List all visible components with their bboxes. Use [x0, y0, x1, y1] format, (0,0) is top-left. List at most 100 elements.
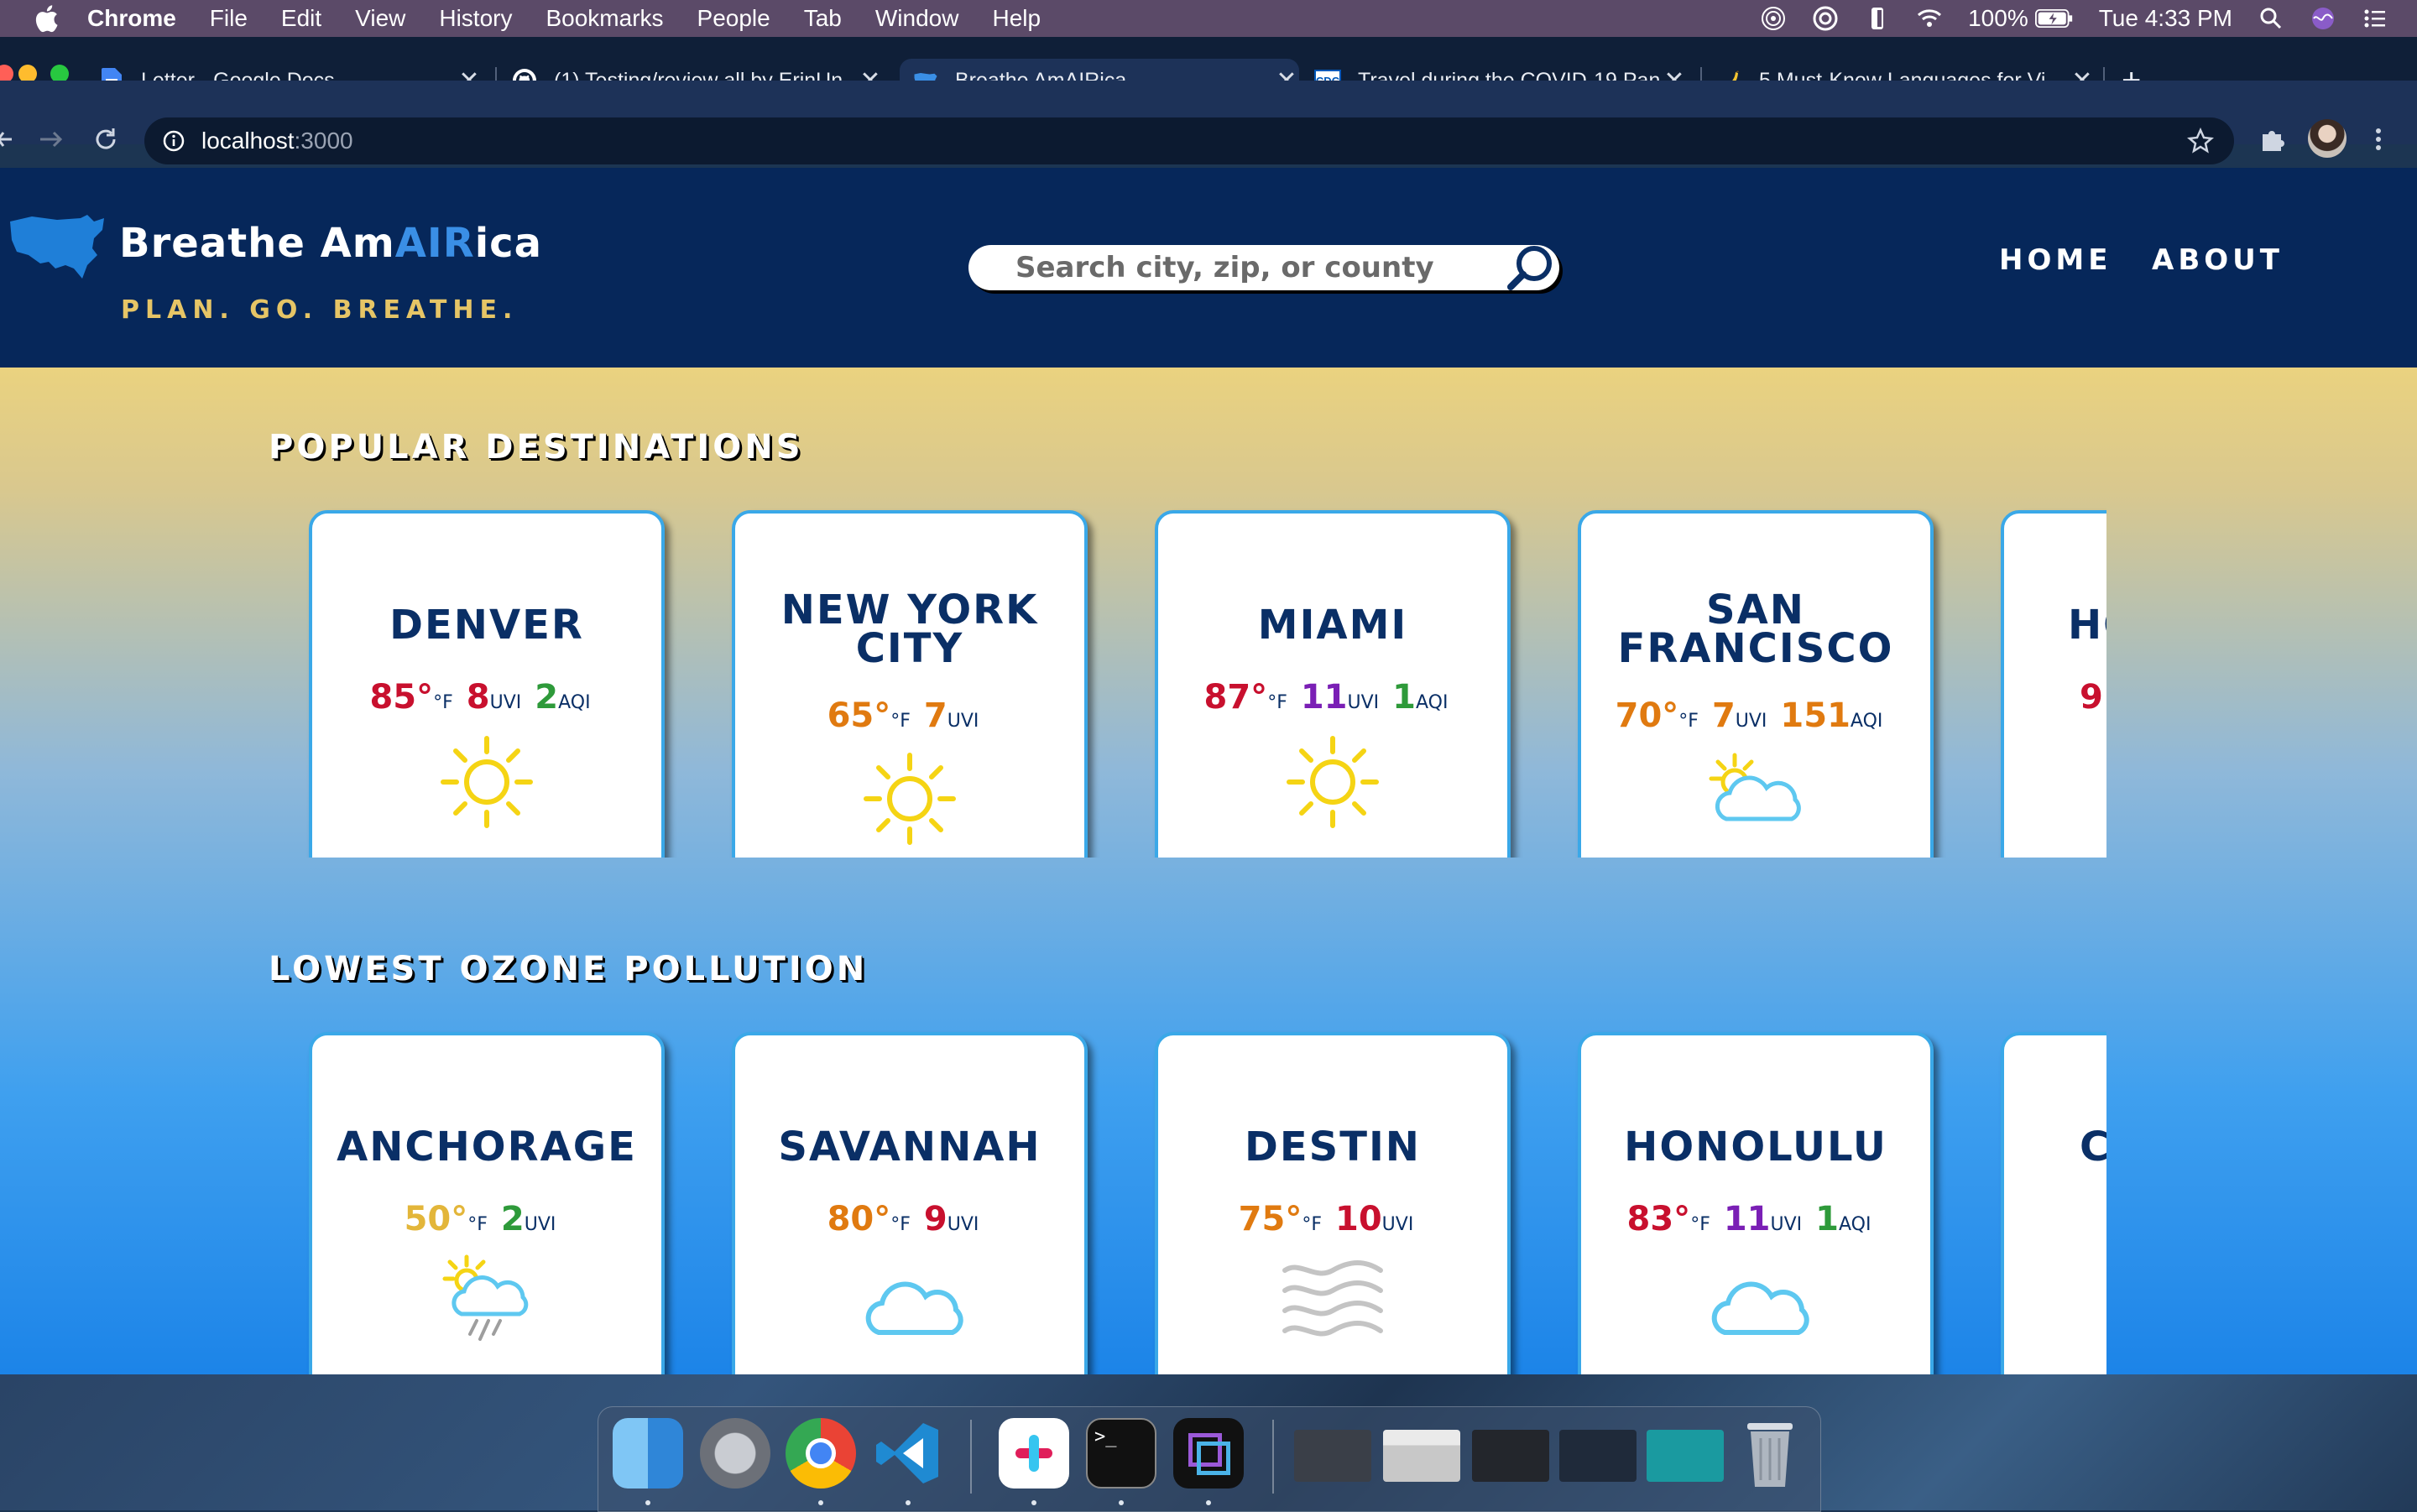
nav-about-link[interactable]: ABOUT	[2152, 243, 2284, 277]
terminal-icon[interactable]: >_	[1086, 1418, 1156, 1489]
battery-icon[interactable]	[2034, 8, 2074, 29]
destination-card-miami[interactable]: MIAMI 87°°F 11UVI 1AQI	[1155, 510, 1511, 858]
card-stats: 91	[2004, 678, 2106, 717]
menu-edit[interactable]: Edit	[281, 5, 321, 32]
temp-unit: °F	[1267, 692, 1287, 713]
sun-icon	[1287, 736, 1379, 828]
ozone-cards-row[interactable]: ANCHORAGE 50°°F2UVI SAVANNAH 80°°F9UVI	[302, 1029, 2106, 1374]
temperature-value: 75°	[1238, 1200, 1302, 1238]
vscode-icon[interactable]	[873, 1418, 943, 1489]
minimized-window-thumbnail[interactable]	[1472, 1430, 1549, 1482]
menu-bar-status-area: 100% Tue 4:33 PM	[1735, 0, 2388, 37]
launchpad-icon[interactable]	[700, 1418, 770, 1489]
sun-rain-cloud-icon	[442, 1254, 529, 1341]
site-search-bar	[968, 245, 1559, 290]
destination-card-san-francisco[interactable]: SAN FRANCISCO 70°°F 7UVI 151AQI	[1578, 510, 1934, 858]
uvi-value: 9	[923, 1200, 947, 1238]
minimized-window-thumbnail[interactable]	[1559, 1430, 1637, 1482]
search-icon[interactable]	[1502, 240, 1558, 295]
card-city-name: C	[2080, 1124, 2106, 1170]
card-stats: 50°°F 2UVI	[312, 1200, 661, 1238]
site-brand[interactable]: Breathe AmAIRica	[119, 220, 542, 267]
minimized-window-thumbnail[interactable]	[1647, 1430, 1724, 1482]
aqi-unit: AQI	[558, 692, 591, 713]
destination-card-destin[interactable]: DESTIN 75°°F 10UVI	[1155, 1032, 1511, 1374]
extensions-puzzle-icon[interactable]	[2258, 124, 2288, 154]
apple-menu-icon[interactable]	[34, 4, 59, 33]
minimized-window-thumbnail[interactable]	[1294, 1430, 1371, 1482]
macos-menu-bar: Chrome File Edit View History Bookmarks …	[0, 0, 2417, 37]
temp-unit: °F	[467, 1214, 488, 1235]
temperature-value: 87°	[1203, 678, 1268, 717]
menu-view[interactable]: View	[355, 5, 405, 32]
back-icon[interactable]	[0, 128, 13, 151]
wifi-icon[interactable]	[1916, 5, 1943, 32]
uvi-value: 11	[1723, 1200, 1771, 1238]
uvi-value: 7	[923, 696, 947, 735]
aqi-value: 1	[1815, 1200, 1839, 1238]
brand-text-air: AIR	[394, 220, 475, 267]
uvi-unit: UVI	[947, 1214, 979, 1235]
usa-map-logo-icon[interactable]	[7, 213, 106, 282]
aqi-unit: AQI	[1839, 1214, 1871, 1235]
menu-tab[interactable]: Tab	[804, 5, 842, 32]
uvi-unit: UVI	[947, 711, 979, 732]
uvi-unit: UVI	[524, 1214, 556, 1235]
card-city-name: NEW YORK CITY	[780, 587, 1039, 672]
spotlight-search-icon[interactable]	[2258, 5, 2284, 32]
card-stats: 80°°F 9UVI	[735, 1200, 1084, 1238]
temperature-value: 65°	[827, 696, 891, 735]
aqi-unit: AQI	[1850, 711, 1883, 732]
destination-card-denver[interactable]: DENVER 85°°F 8UVI 2AQI	[309, 510, 665, 858]
destination-card-partial[interactable]: HO 91	[2001, 510, 2106, 858]
uvi-unit: UVI	[1347, 692, 1380, 713]
menu-clock[interactable]: Tue 4:33 PM	[2099, 5, 2232, 32]
finder-icon[interactable]	[613, 1418, 683, 1489]
notification-center-icon[interactable]	[2362, 5, 2388, 32]
temp-unit: °F	[890, 711, 911, 732]
brand-text-start: Breathe Am	[119, 220, 395, 267]
aqi-value: 1	[1392, 678, 1416, 717]
reload-icon[interactable]	[92, 126, 119, 153]
destination-card-partial[interactable]: C	[2001, 1032, 2106, 1374]
trash-icon[interactable]	[1741, 1416, 1799, 1490]
destination-card-honolulu[interactable]: HONOLULU 83°°F 11UVI 1AQI	[1578, 1032, 1934, 1374]
destination-card-new-york-city[interactable]: NEW YORK CITY 65°°F 7UVI	[732, 510, 1088, 858]
site-info-icon[interactable]	[163, 130, 185, 152]
target-icon[interactable]	[1812, 5, 1839, 32]
nav-home-link[interactable]: HOME	[1999, 243, 2112, 277]
address-bar[interactable]: localhost:3000	[144, 117, 2234, 164]
more-options-icon[interactable]	[2373, 126, 2383, 153]
slack-icon[interactable]	[999, 1418, 1069, 1489]
temp-unit: °F	[890, 1214, 911, 1235]
forward-icon[interactable]	[39, 128, 64, 151]
chrome-icon[interactable]	[786, 1418, 856, 1489]
screen-capture-icon[interactable]	[1173, 1418, 1244, 1489]
menu-history[interactable]: History	[439, 5, 512, 32]
search-input[interactable]	[1014, 250, 1529, 285]
card-city-name: HO	[2068, 602, 2106, 649]
profile-avatar[interactable]	[2308, 119, 2347, 158]
menu-people[interactable]: People	[697, 5, 770, 32]
menu-bookmarks[interactable]: Bookmarks	[546, 5, 663, 32]
menu-window[interactable]: Window	[875, 5, 959, 32]
main-content: POPULAR DESTINATIONS DENVER 85°°F 8UVI 2AQ…	[0, 368, 2417, 1374]
section-title-popular: POPULAR DESTINATIONS	[269, 428, 804, 467]
aqi-value: 2	[535, 678, 559, 717]
card-city-name: HONOLULU	[1624, 1124, 1887, 1170]
uvi-value: 8	[466, 678, 490, 717]
siri-icon[interactable]	[2310, 5, 2336, 32]
url-port: :3000	[294, 128, 353, 154]
phone-icon[interactable]	[1864, 5, 1891, 32]
menu-help[interactable]: Help	[992, 5, 1041, 32]
brand-text-end: ica	[474, 220, 543, 267]
destination-card-anchorage[interactable]: ANCHORAGE 50°°F 2UVI	[309, 1032, 665, 1374]
radar-icon[interactable]	[1760, 5, 1787, 32]
menu-app-name[interactable]: Chrome	[87, 5, 176, 32]
minimized-window-thumbnail[interactable]	[1383, 1430, 1460, 1482]
menu-file[interactable]: File	[210, 5, 248, 32]
popular-cards-row[interactable]: DENVER 85°°F 8UVI 2AQI NEW YORK CITY 65°°F…	[302, 505, 2106, 858]
destination-card-savannah[interactable]: SAVANNAH 80°°F 9UVI	[732, 1032, 1088, 1374]
bookmark-star-icon[interactable]	[2187, 128, 2214, 154]
card-stats: 70°°F 7UVI 151AQI	[1581, 696, 1930, 735]
